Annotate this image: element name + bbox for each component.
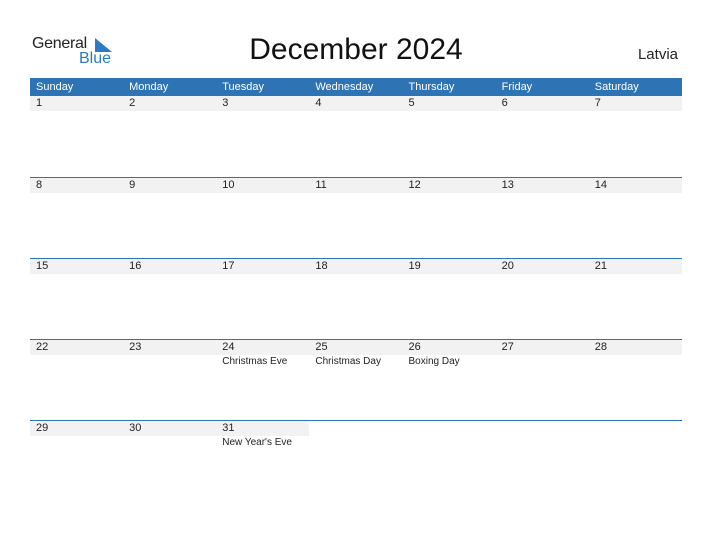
weekday-thursday: Thursday (408, 81, 455, 93)
day-cell: 27 (495, 340, 589, 420)
weeks-container: 1 2 3 4 5 6 7 8 9 10 11 12 13 14 15 16 17 18 19 20 21 22 23 24 C… (30, 96, 682, 501)
country-label: Latvia (637, 46, 678, 63)
day-number: 1 (30, 96, 124, 111)
day-number: 6 (495, 96, 589, 111)
day-number: 25 (309, 340, 403, 355)
day-number: 29 (30, 421, 124, 436)
day-cell: 2 (123, 96, 217, 177)
day-number: 2 (123, 96, 217, 111)
day-cell (309, 421, 402, 501)
day-number: 21 (588, 259, 682, 274)
day-number: 14 (588, 178, 682, 193)
holiday-label: Christmas Eve (222, 356, 288, 367)
day-number: 20 (495, 259, 589, 274)
weekday-header: Sunday Monday Tuesday Wednesday Thursday Frid… (30, 78, 682, 96)
day-number: 5 (402, 96, 496, 111)
day-number: 7 (588, 96, 682, 111)
day-cell: 31 New Year's Eve (216, 421, 310, 501)
weekday-tuesday: Tuesday (222, 81, 265, 93)
day-cell: 10 (216, 178, 310, 258)
day-cell: 30 (123, 421, 217, 501)
day-number: 11 (309, 178, 403, 193)
day-number: 17 (216, 259, 310, 274)
day-cell: 22 (30, 340, 124, 420)
week-row: 8 9 10 11 12 13 14 (30, 177, 682, 258)
day-number: 13 (495, 178, 589, 193)
week-row: 22 23 24 Christmas Eve 25 Christmas Day 26 Boxi… (30, 339, 682, 420)
day-number: 18 (309, 259, 403, 274)
day-cell: 3 (216, 96, 310, 177)
day-number: 22 (30, 340, 124, 355)
day-cell: 26 Boxing Day (402, 340, 496, 420)
day-number: 26 (402, 340, 496, 355)
day-cell: 18 (309, 259, 403, 339)
weekday-monday: Monday (129, 81, 169, 93)
weekday-sunday: Sunday (36, 81, 74, 93)
week-row: 15 16 17 18 19 20 21 (30, 258, 682, 339)
day-cell: 11 (309, 178, 403, 258)
day-cell: 20 (495, 259, 589, 339)
day-number: 8 (30, 178, 124, 193)
day-number: 16 (123, 259, 217, 274)
day-number: 9 (123, 178, 217, 193)
day-number: 23 (123, 340, 217, 355)
day-cell: 1 (30, 96, 124, 177)
day-cell: 23 (123, 340, 217, 420)
day-cell: 17 (216, 259, 310, 339)
day-number: 30 (123, 421, 217, 436)
day-cell: 4 (309, 96, 403, 177)
week-row: 1234567 (30, 96, 682, 177)
holiday-label: Boxing Day (408, 356, 460, 367)
holiday-label: New Year's Eve (222, 437, 292, 448)
day-number: 10 (216, 178, 310, 193)
weekday-friday: Friday (501, 81, 533, 93)
week-row: 29 30 31 New Year's Eve (30, 420, 682, 501)
day-cell: 13 (495, 178, 589, 258)
day-cell (589, 421, 682, 501)
day-cell: 15 (30, 259, 124, 339)
holiday-label: Christmas Day (315, 356, 381, 367)
day-number: 28 (588, 340, 682, 355)
weekday-saturday: Saturday (594, 81, 639, 93)
day-cell: 21 (588, 259, 682, 339)
weekday-wednesday: Wednesday (315, 81, 374, 93)
day-number: 27 (495, 340, 589, 355)
day-cell: 6 (495, 96, 589, 177)
day-cell (403, 421, 496, 501)
day-cell: 24 Christmas Eve (216, 340, 310, 420)
day-cell: 19 (402, 259, 496, 339)
day-cell: 16 (123, 259, 217, 339)
day-cell: 25 Christmas Day (309, 340, 403, 420)
day-cell: 12 (402, 178, 496, 258)
day-number: 3 (216, 96, 310, 111)
day-number: 24 (216, 340, 310, 355)
day-number: 12 (402, 178, 496, 193)
day-cell: 29 (30, 421, 124, 501)
day-cell: 14 (588, 178, 682, 258)
day-number: 15 (30, 259, 124, 274)
day-cell: 8 (30, 178, 124, 258)
day-number: 4 (309, 96, 403, 111)
page-title: December 2024 (249, 33, 463, 66)
day-number: 31 (216, 421, 310, 436)
calendar-grid: Sunday Monday Tuesday Wednesday Thursday Frid… (30, 78, 682, 501)
day-cell (496, 421, 589, 501)
day-number: 19 (402, 259, 496, 274)
day-cell: 28 (588, 340, 682, 420)
day-cell: 7 (588, 96, 682, 177)
day-cell: 9 (123, 178, 217, 258)
day-cell: 5 (402, 96, 496, 177)
